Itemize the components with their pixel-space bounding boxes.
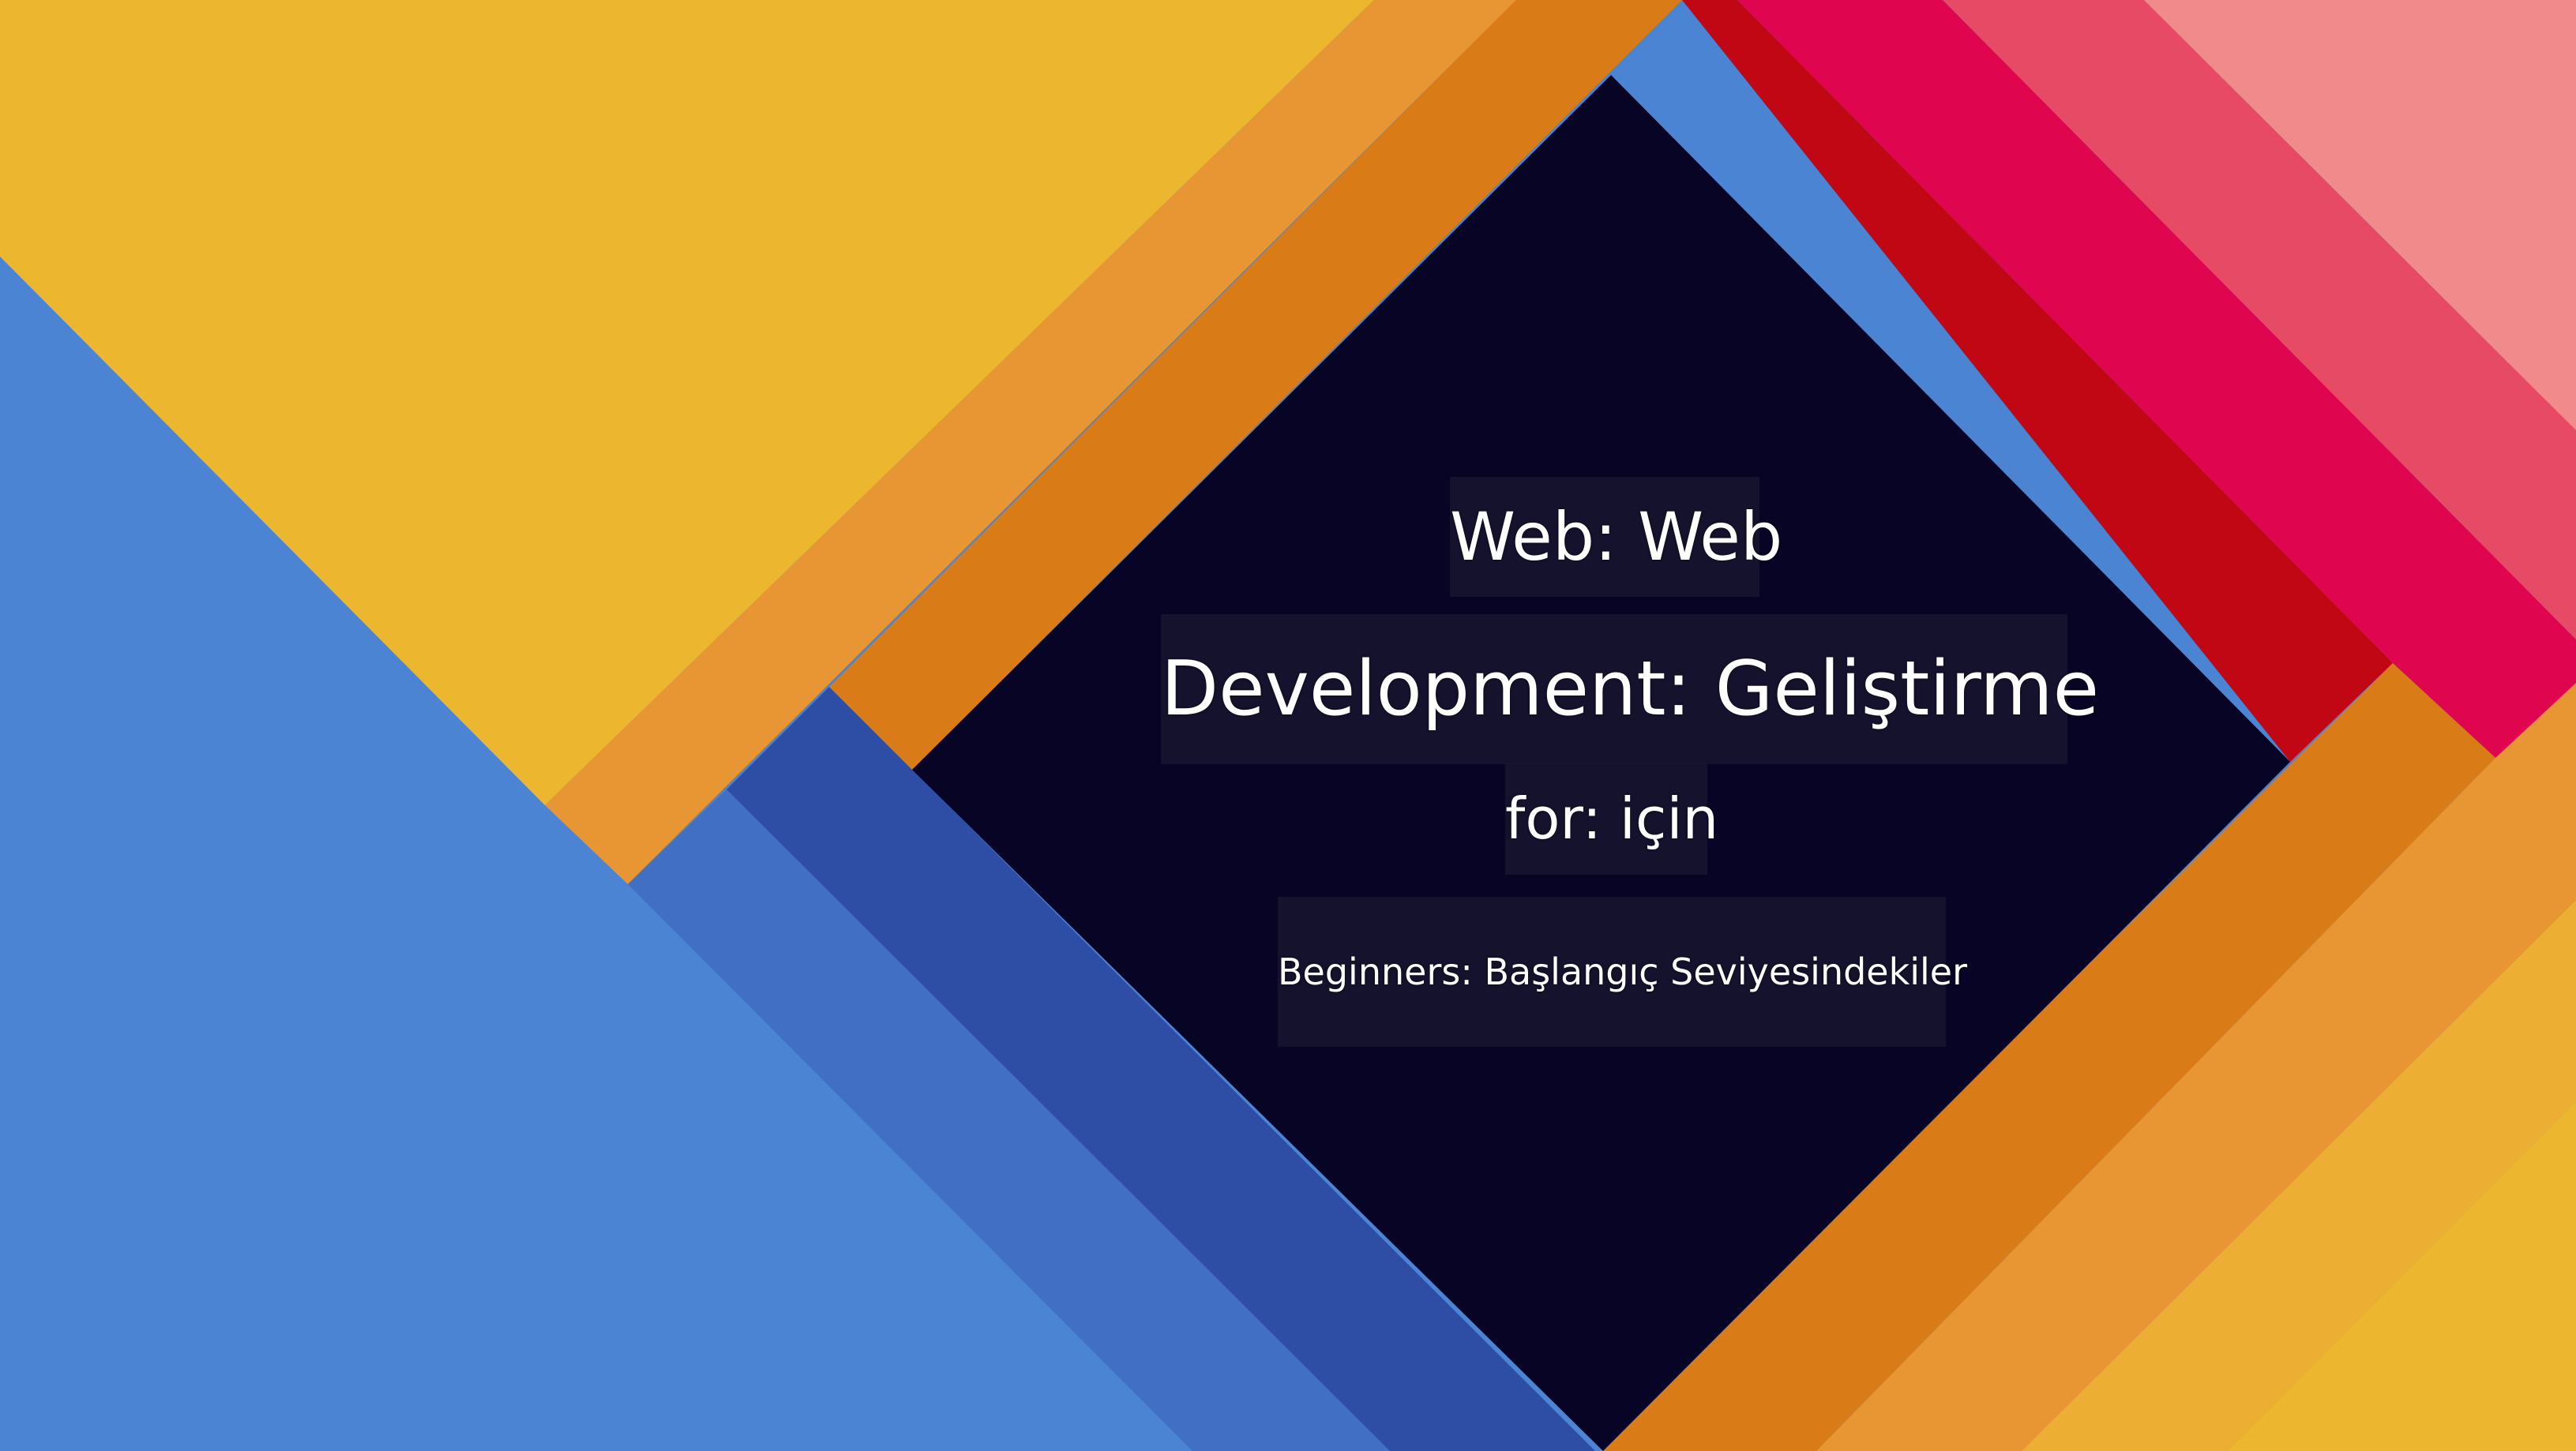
title-line-development: Development: Geliştirme xyxy=(1161,614,2099,764)
title-line-web: Web: Web xyxy=(1450,477,1782,597)
title-slide: Web: Web Development: Geliştirme for: iç… xyxy=(0,0,2576,1451)
title-line-for: for: için xyxy=(1505,763,1718,875)
title-line-beginners: Beginners: Başlangıç Seviyesindekiler xyxy=(1278,897,1967,1047)
